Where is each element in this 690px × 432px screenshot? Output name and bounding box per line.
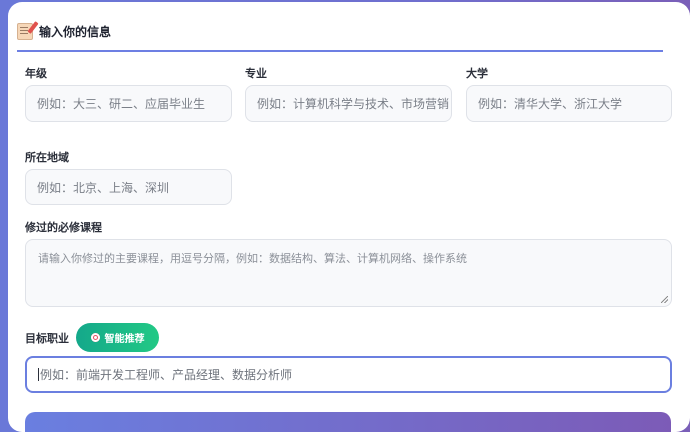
target-job-label: 目标职业 xyxy=(25,332,69,345)
grade-input[interactable]: 例如：大三、研二、应届毕业生 xyxy=(25,85,232,122)
major-input[interactable]: 例如：计算机科学与技术、市场营销 xyxy=(245,85,452,122)
section-header: 输入你的信息 xyxy=(17,20,663,52)
university-placeholder: 例如：清华大学、浙江大学 xyxy=(478,97,623,111)
region-input[interactable]: 例如：北京、上海、深圳 xyxy=(25,169,232,205)
university-input[interactable]: 例如：清华大学、浙江大学 xyxy=(466,85,672,122)
submit-button[interactable] xyxy=(25,412,671,432)
smart-recommend-button[interactable]: 智能推荐 xyxy=(76,323,159,352)
smart-recommend-label: 智能推荐 xyxy=(104,334,145,345)
memo-icon xyxy=(17,23,33,40)
university-label: 大学 xyxy=(466,67,488,80)
target-icon xyxy=(90,333,100,342)
region-label: 所在地域 xyxy=(25,151,69,164)
grade-label: 年级 xyxy=(25,67,47,80)
region-placeholder: 例如：北京、上海、深圳 xyxy=(37,180,170,195)
grade-placeholder: 例如：大三、研二、应届毕业生 xyxy=(37,97,206,111)
target-job-placeholder: 例如：前端开发工程师、产品经理、数据分析师 xyxy=(40,368,293,382)
major-label: 专业 xyxy=(245,67,267,80)
courses-label: 修过的必修课程 xyxy=(25,221,102,234)
courses-textarea[interactable]: 请输入你修过的主要课程，用逗号分隔，例如：数据结构、算法、计算机网络、操作系统 xyxy=(25,239,672,307)
text-caret xyxy=(38,368,39,381)
major-placeholder: 例如：计算机科学与技术、市场营销 xyxy=(257,97,450,111)
target-job-input[interactable]: 例如：前端开发工程师、产品经理、数据分析师 xyxy=(25,356,672,393)
section-title: 输入你的信息 xyxy=(39,25,112,39)
courses-placeholder: 请输入你修过的主要课程，用逗号分隔，例如：数据结构、算法、计算机网络、操作系统 xyxy=(38,252,467,265)
resize-handle[interactable] xyxy=(661,296,668,303)
